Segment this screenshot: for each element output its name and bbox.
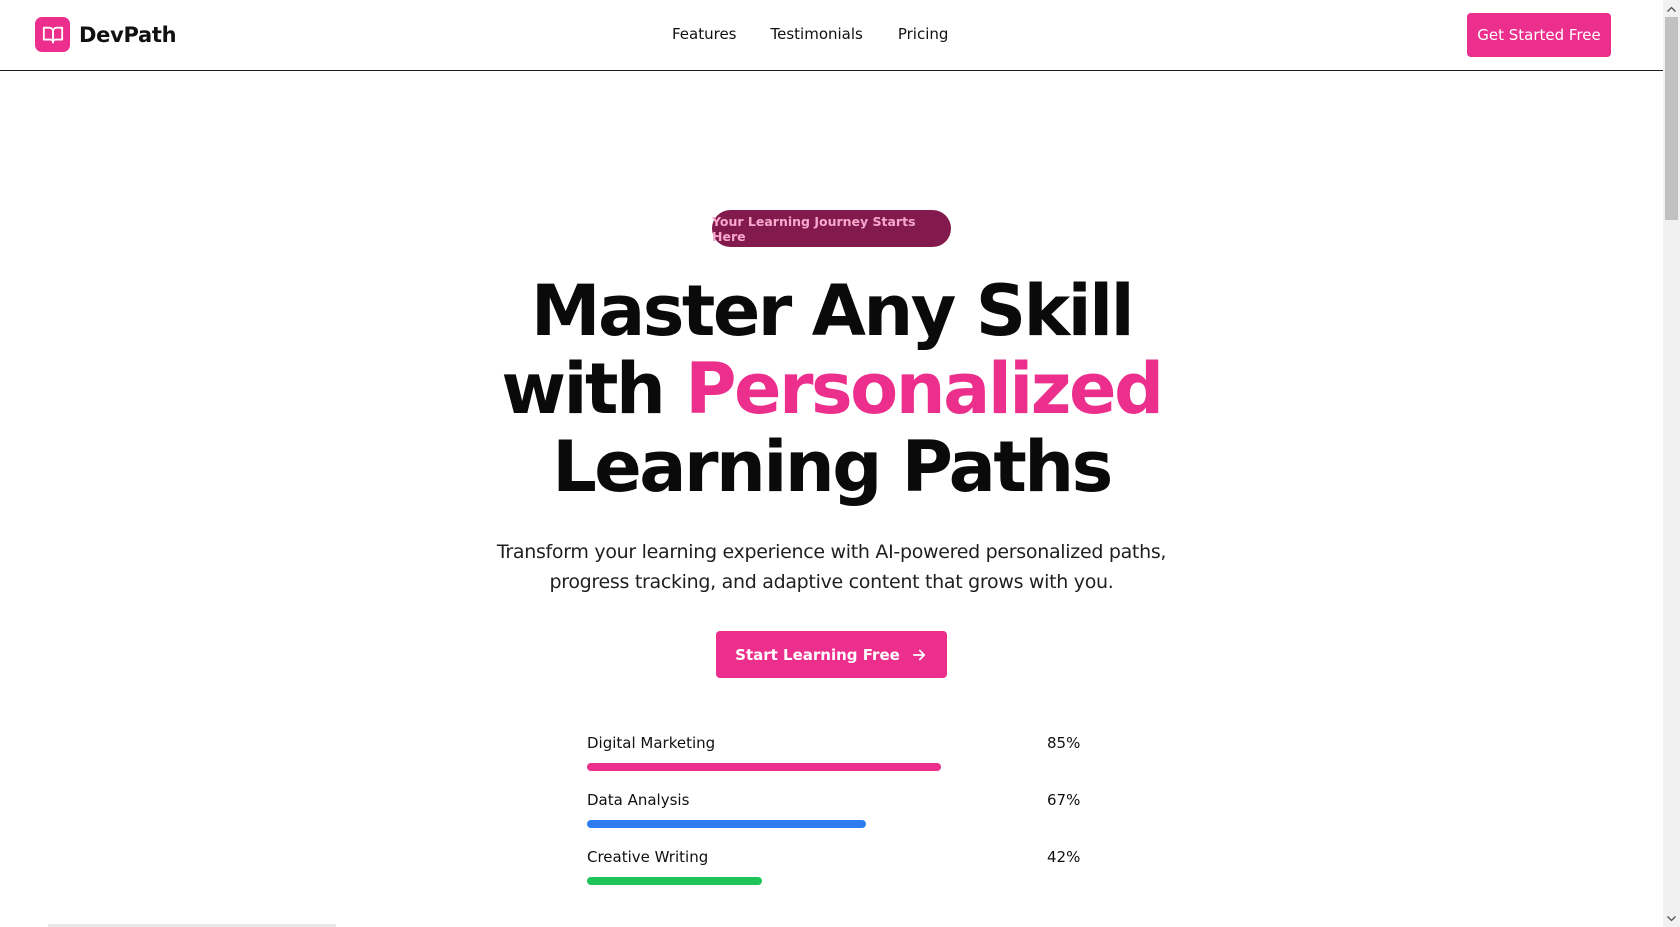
progress-track [587,763,1003,771]
progress-label: Data Analysis [587,791,690,809]
headline-line-3: Learning Paths [552,426,1113,508]
open-book-icon [35,17,70,52]
progress-label: Creative Writing [587,848,709,866]
progress-bar [587,763,941,771]
main-nav: Features Testimonials Pricing [672,25,948,43]
progress-bar [587,820,866,828]
headline-accent: Personalized [685,348,1164,430]
scroll-thumb[interactable] [1665,17,1678,220]
progress-bar [587,877,762,885]
start-learning-label: Start Learning Free [735,645,900,664]
brand-name: DevPath [79,22,177,47]
progress-item: Data Analysis 67% [587,791,1081,848]
progress-percent: 85% [1047,734,1081,752]
top-navbar: DevPath Features Testimonials Pricing Ge… [0,0,1663,71]
progress-item: Digital Marketing 85% [587,734,1081,791]
scroll-down-icon[interactable] [1663,910,1680,927]
landing-page: DevPath Features Testimonials Pricing Ge… [0,0,1663,927]
headline-line-1: Master Any Skill [530,270,1135,352]
skill-progress-list: Digital Marketing 85% Data Analysis 67% … [587,734,1081,905]
nav-link-testimonials[interactable]: Testimonials [771,25,863,43]
get-started-button[interactable]: Get Started Free [1467,13,1611,57]
start-learning-button[interactable]: Start Learning Free [716,631,947,678]
hero-subtitle: Transform your learning experience with … [496,541,1167,593]
headline-with: with [501,348,665,430]
progress-item: Creative Writing 42% [587,848,1081,905]
arrow-right-icon [912,649,925,660]
hero-badge: Your Learning Journey Starts Here [712,210,951,247]
hero-headline: Master Any Skill with Personalized Learn… [430,272,1233,506]
brand-logo[interactable]: DevPath [35,17,177,52]
progress-percent: 42% [1047,848,1081,866]
nav-link-features[interactable]: Features [672,25,737,43]
progress-track [587,820,1003,828]
progress-percent: 67% [1047,791,1081,809]
scroll-up-icon[interactable] [1663,0,1680,17]
progress-track [587,877,1003,885]
nav-link-pricing[interactable]: Pricing [898,25,949,43]
vertical-scrollbar[interactable] [1663,0,1680,927]
progress-label: Digital Marketing [587,734,716,752]
